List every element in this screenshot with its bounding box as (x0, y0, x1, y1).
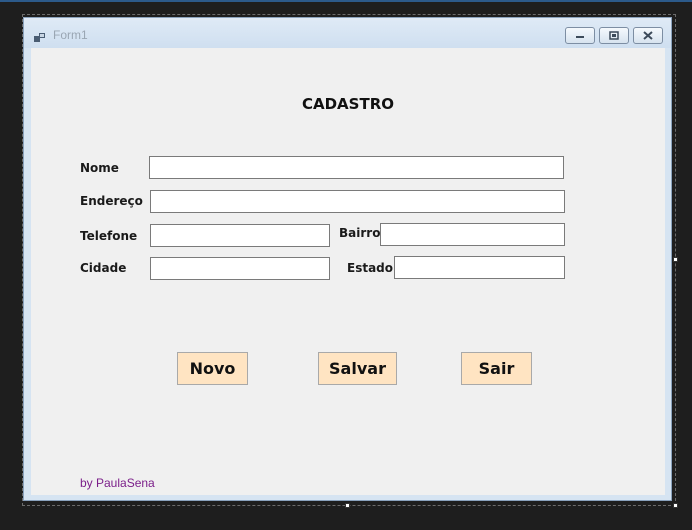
ide-top-line (0, 0, 692, 2)
minimize-icon (576, 35, 584, 38)
estado-input[interactable] (394, 256, 565, 279)
telefone-input[interactable] (150, 224, 330, 247)
sair-button[interactable]: Sair (461, 352, 532, 385)
maximize-button[interactable] (599, 27, 629, 44)
window-title: Form1 (53, 28, 88, 42)
resize-handle-corner[interactable] (673, 503, 678, 508)
close-icon (643, 31, 653, 40)
cidade-label: Cidade (80, 261, 127, 275)
cidade-input[interactable] (150, 257, 330, 280)
salvar-button[interactable]: Salvar (318, 352, 397, 385)
maximize-icon (609, 31, 619, 40)
resize-handle-bottom[interactable] (345, 503, 350, 508)
telefone-label: Telefone (80, 229, 138, 243)
bairro-input[interactable] (380, 223, 565, 246)
form-app-icon (34, 29, 46, 42)
estado-label: Estado (347, 261, 394, 275)
title-bar[interactable]: Form1 (24, 18, 671, 48)
form-client-area: CADASTRO Nome Endereço Telefone Bairro C… (31, 48, 665, 495)
bairro-label: Bairro (339, 226, 381, 240)
close-button[interactable] (633, 27, 663, 44)
form-window: Form1 CADASTRO Nome Endereço Telefone Ba… (23, 17, 672, 501)
endereco-input[interactable] (150, 190, 565, 213)
nome-label: Nome (80, 161, 119, 175)
author-credit: by PaulaSena (80, 476, 155, 490)
minimize-button[interactable] (565, 27, 595, 44)
nome-input[interactable] (149, 156, 564, 179)
novo-button[interactable]: Novo (177, 352, 248, 385)
form-heading: CADASTRO (301, 95, 394, 113)
resize-handle-right[interactable] (673, 257, 678, 262)
endereco-label: Endereço (80, 194, 143, 208)
